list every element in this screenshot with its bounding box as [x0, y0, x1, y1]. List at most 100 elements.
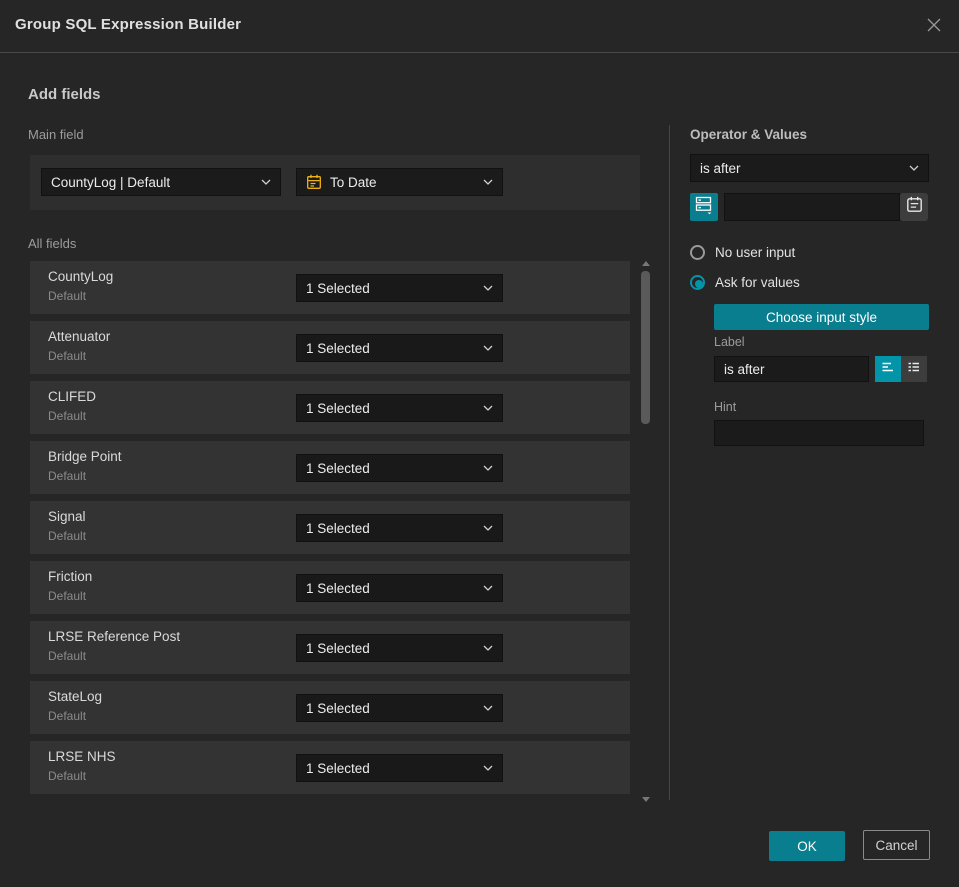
field-subtitle: Default: [48, 349, 87, 363]
chevron-down-icon: [483, 345, 493, 351]
radio-label: No user input: [715, 245, 796, 260]
field-name: CountyLog: [48, 269, 114, 284]
field-selected-dropdown[interactable]: 1 Selected: [296, 394, 503, 422]
operator-values-heading: Operator & Values: [690, 127, 808, 142]
selected-count: 1 Selected: [306, 700, 370, 716]
field-row: StateLog Default 1 Selected: [30, 681, 630, 734]
unique-values-button[interactable]: [690, 193, 718, 221]
bulleted-list-icon: [906, 359, 922, 380]
chevron-down-icon: [483, 405, 493, 411]
ok-button[interactable]: OK: [769, 831, 845, 861]
group-sql-expression-builder-dialog: Group SQL Expression Builder Add fields …: [0, 0, 959, 887]
single-line-style-button[interactable]: [875, 356, 901, 382]
add-fields-heading: Add fields: [28, 86, 101, 103]
scroll-down-arrow[interactable]: [642, 797, 650, 802]
field-row: Friction Default 1 Selected: [30, 561, 630, 614]
field-name: LRSE Reference Post: [48, 629, 181, 644]
label-input[interactable]: [714, 356, 869, 382]
field-row: LRSE Reference Post Default 1 Selected: [30, 621, 630, 674]
field-type-select-value: To Date: [330, 174, 377, 190]
field-row: CLIFED Default 1 Selected: [30, 381, 630, 434]
field-type-select[interactable]: To Date: [296, 168, 503, 196]
field-selected-dropdown[interactable]: 1 Selected: [296, 754, 503, 782]
field-name: StateLog: [48, 689, 103, 704]
chevron-down-icon: [483, 525, 493, 531]
field-selected-dropdown[interactable]: 1 Selected: [296, 514, 503, 542]
field-selected-dropdown[interactable]: 1 Selected: [296, 454, 503, 482]
label-field-label: Label: [714, 335, 745, 349]
dialog-header: Group SQL Expression Builder: [0, 0, 959, 53]
align-left-icon: [880, 359, 896, 380]
chevron-down-icon: [483, 179, 493, 185]
selected-count: 1 Selected: [306, 280, 370, 296]
chevron-down-icon: [483, 705, 493, 711]
chevron-down-icon: [483, 585, 493, 591]
radio-label: Ask for values: [715, 275, 800, 290]
field-subtitle: Default: [48, 589, 87, 603]
field-row: LRSE NHS Default 1 Selected: [30, 741, 630, 794]
main-field-select[interactable]: CountyLog | Default: [41, 168, 281, 196]
field-selected-dropdown[interactable]: 1 Selected: [296, 274, 503, 302]
calendar-icon: [306, 174, 322, 190]
field-name: LRSE NHS: [48, 749, 116, 764]
selected-count: 1 Selected: [306, 760, 370, 776]
hint-field-label: Hint: [714, 400, 737, 414]
radio-circle-selected-icon: [690, 275, 705, 290]
field-selected-dropdown[interactable]: 1 Selected: [296, 574, 503, 602]
all-fields-label: All fields: [28, 236, 77, 251]
field-selected-dropdown[interactable]: 1 Selected: [296, 694, 503, 722]
field-name: CLIFED: [48, 389, 97, 404]
chevron-down-icon: [483, 645, 493, 651]
selected-count: 1 Selected: [306, 580, 370, 596]
field-name: Attenuator: [48, 329, 111, 344]
scroll-up-arrow[interactable]: [642, 261, 650, 266]
radio-no-user-input[interactable]: No user input: [690, 245, 795, 260]
field-name: Bridge Point: [48, 449, 122, 464]
field-subtitle: Default: [48, 289, 87, 303]
value-input[interactable]: [724, 193, 900, 221]
radio-circle-icon: [690, 245, 705, 260]
field-row: CountyLog Default 1 Selected: [30, 261, 630, 314]
close-icon: [925, 16, 943, 39]
field-selected-dropdown[interactable]: 1 Selected: [296, 334, 503, 362]
field-subtitle: Default: [48, 709, 87, 723]
chevron-down-icon: [483, 285, 493, 291]
selected-count: 1 Selected: [306, 340, 370, 356]
field-selected-dropdown[interactable]: 1 Selected: [296, 634, 503, 662]
field-subtitle: Default: [48, 769, 87, 783]
field-name: Friction: [48, 569, 93, 584]
chevron-down-icon: [261, 179, 271, 185]
field-subtitle: Default: [48, 469, 87, 483]
list-style-button[interactable]: [901, 356, 927, 382]
field-name: Signal: [48, 509, 86, 524]
field-row: Signal Default 1 Selected: [30, 501, 630, 554]
selected-count: 1 Selected: [306, 640, 370, 656]
main-field-select-value: CountyLog | Default: [51, 174, 171, 190]
hint-input[interactable]: [714, 420, 924, 446]
selected-count: 1 Selected: [306, 520, 370, 536]
close-button[interactable]: [923, 16, 945, 38]
vertical-divider: [669, 125, 670, 800]
operator-select-value: is after: [700, 160, 741, 176]
field-row: Bridge Point Default 1 Selected: [30, 441, 630, 494]
list-scrollbar-thumb[interactable]: [641, 271, 650, 424]
main-field-label: Main field: [28, 127, 84, 142]
chevron-down-icon: [483, 765, 493, 771]
chevron-down-icon: [909, 165, 919, 171]
selected-count: 1 Selected: [306, 400, 370, 416]
selected-count: 1 Selected: [306, 460, 370, 476]
radio-ask-for-values[interactable]: Ask for values: [690, 275, 800, 290]
operator-select[interactable]: is after: [690, 154, 929, 182]
field-subtitle: Default: [48, 409, 87, 423]
choose-input-style-button[interactable]: Choose input style: [714, 304, 929, 330]
field-row: Attenuator Default 1 Selected: [30, 321, 630, 374]
field-subtitle: Default: [48, 529, 87, 543]
stacked-rows-icon: [695, 195, 714, 220]
date-picker-button[interactable]: [900, 193, 928, 221]
dialog-title: Group SQL Expression Builder: [15, 16, 242, 33]
main-field-panel: CountyLog | Default To Date: [30, 155, 640, 210]
calendar-icon: [906, 196, 923, 218]
cancel-button[interactable]: Cancel: [863, 830, 930, 860]
field-subtitle: Default: [48, 649, 87, 663]
chevron-down-icon: [483, 465, 493, 471]
